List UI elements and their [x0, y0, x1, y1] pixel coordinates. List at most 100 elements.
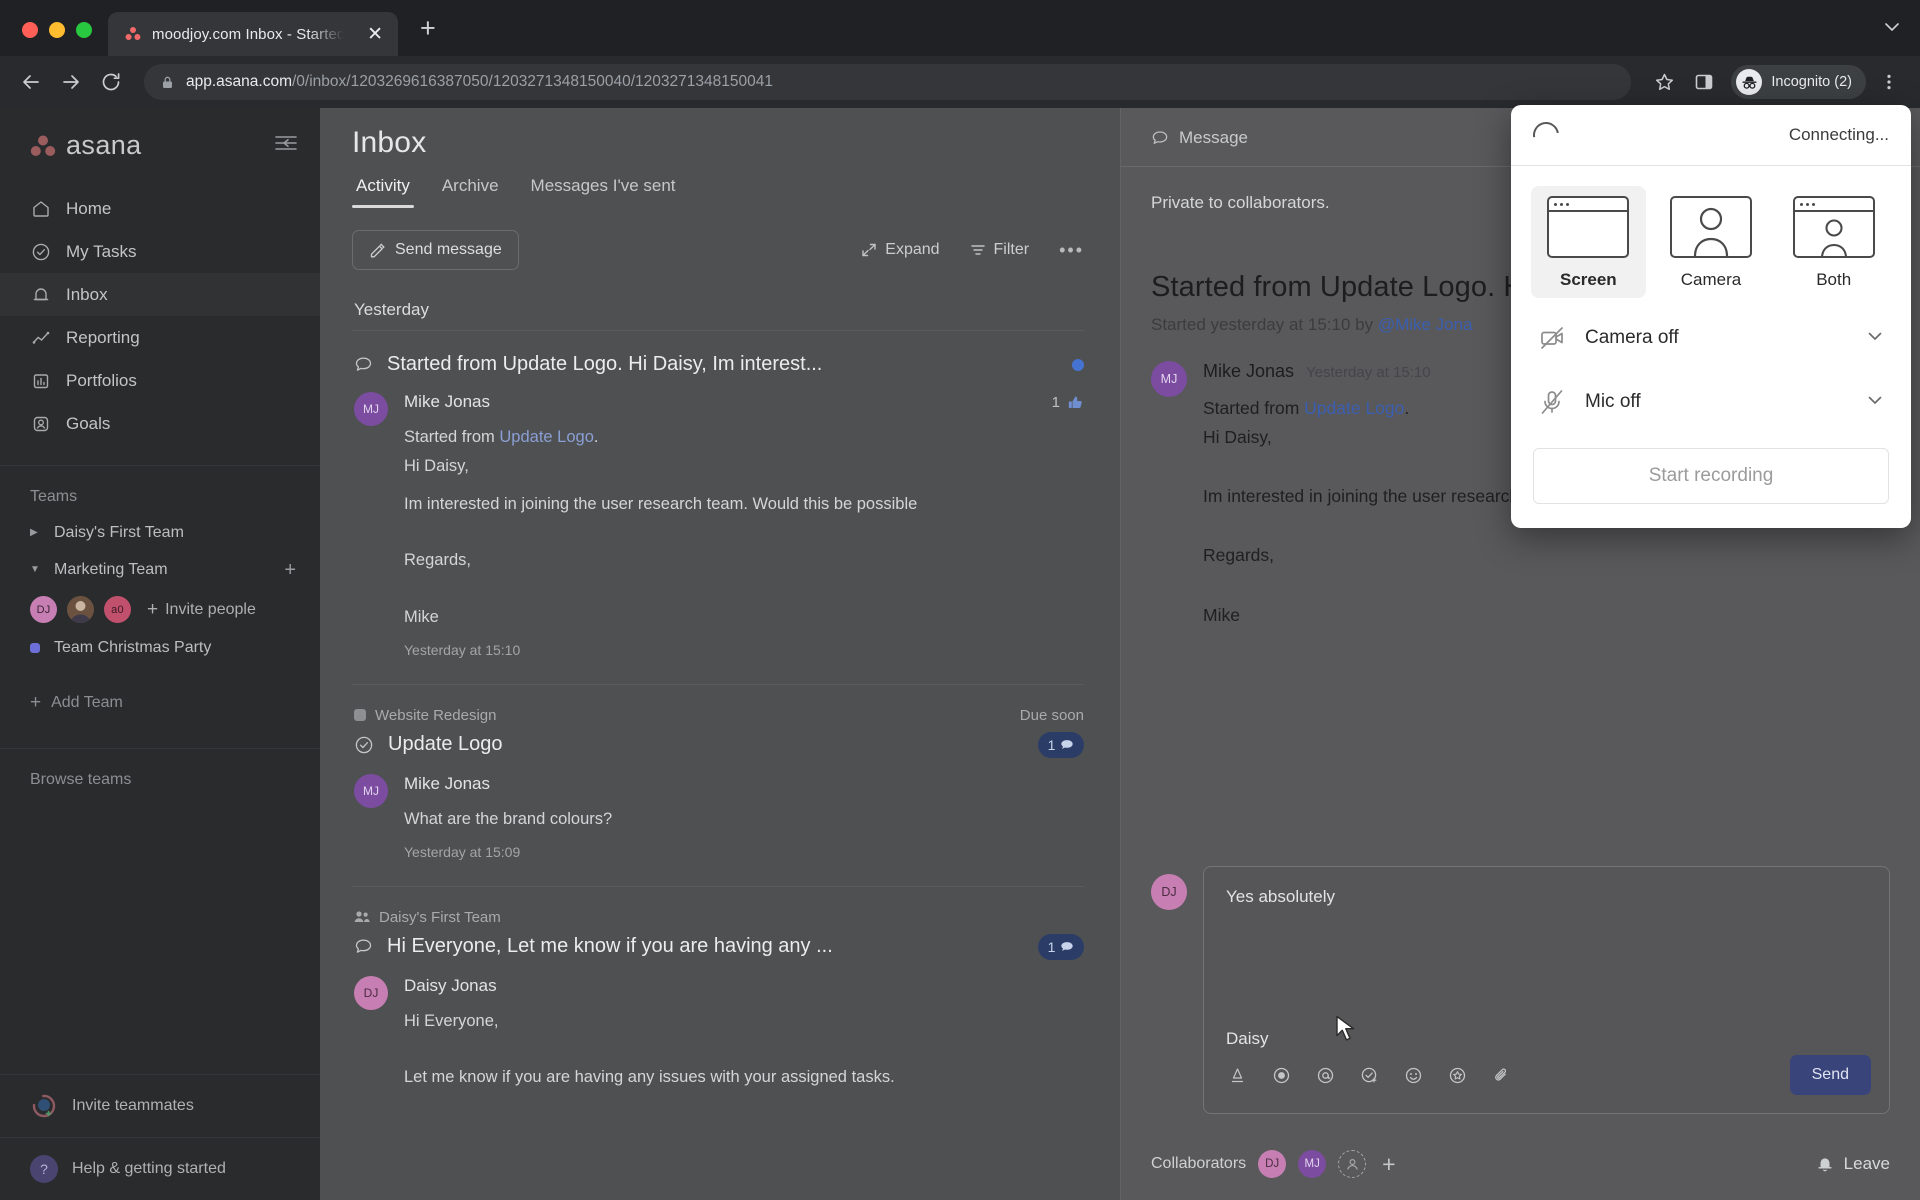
side-panel-icon[interactable] [1687, 65, 1721, 99]
avatar[interactable]: MJ [1298, 1150, 1327, 1178]
sidebar-item-inbox[interactable]: Inbox [0, 273, 320, 316]
comment-icon [1060, 940, 1074, 954]
sidebar-item-home[interactable]: Home [0, 187, 320, 230]
project-color-dot [30, 643, 40, 653]
avatar[interactable]: DJ [354, 975, 388, 1010]
sidebar-item-portfolios[interactable]: Portfolios [0, 359, 320, 402]
sidebar-item-reporting[interactable]: Reporting [0, 316, 320, 359]
profile-label: Incognito (2) [1771, 74, 1852, 90]
recording-mode-screen[interactable]: Screen [1531, 186, 1646, 298]
inbox-item-line: Im interested in joining the user resear… [404, 494, 918, 513]
screen-and-camera-icon [1792, 196, 1875, 258]
invite-teammates-button[interactable]: Invite teammates [0, 1075, 320, 1137]
expand-icon [861, 242, 877, 258]
close-window-button[interactable] [22, 22, 38, 38]
sidebar-team-members: DJ a0 + Invite people [0, 588, 320, 629]
avatar[interactable]: MJ [354, 392, 388, 426]
filter-button[interactable]: Filter [970, 241, 1029, 259]
chevron-right-icon[interactable]: ▶ [30, 527, 42, 538]
mention-icon[interactable] [1314, 1064, 1336, 1086]
record-icon[interactable] [1270, 1064, 1292, 1086]
comment-icon [1151, 129, 1169, 147]
avatar[interactable]: MJ [354, 773, 388, 808]
address-bar[interactable]: app.asana.com/0/inbox/1203269616387050/1… [144, 64, 1632, 100]
emoji-icon[interactable] [1402, 1064, 1424, 1086]
inbox-item[interactable]: Website Redesign Due soon Update Logo 1 [352, 683, 1084, 886]
text-format-icon[interactable] [1226, 1064, 1248, 1086]
inbox-item-title: Hi Everyone, Let me know if you are havi… [387, 935, 833, 957]
maximize-window-button[interactable] [76, 22, 92, 38]
leave-button[interactable]: Leave [1816, 1154, 1890, 1174]
browser-tab[interactable]: moodjoy.com Inbox - Started f ✕ [108, 12, 398, 56]
close-icon[interactable]: ✕ [362, 23, 388, 46]
chevron-down-icon[interactable] [1882, 17, 1920, 56]
inbox-item-message: Mike Jonas What are the brand colours? Y… [404, 774, 1084, 860]
chevron-down-icon[interactable] [1865, 326, 1885, 351]
comment-count-badge[interactable]: 1 [1038, 933, 1084, 960]
sidebar-item-goals[interactable]: Goals [0, 402, 320, 445]
browser-tab-title: moodjoy.com Inbox - Started f [152, 25, 353, 43]
attachment-icon[interactable] [1490, 1064, 1512, 1086]
update-logo-link[interactable]: Update Logo [1304, 398, 1404, 418]
tab-messages-ive-sent[interactable]: Messages I've sent [527, 170, 680, 208]
sidebar-header: asana [0, 108, 320, 187]
minimize-window-button[interactable] [49, 22, 65, 38]
forward-arrow-icon[interactable] [54, 65, 88, 99]
asana-logo-icon [30, 134, 56, 158]
update-logo-link[interactable]: Update Logo [499, 428, 594, 446]
mic-setting-row[interactable]: Mic off [1511, 370, 1911, 434]
add-collaborator-icon[interactable] [1338, 1150, 1367, 1178]
invite-people-label: Invite people [165, 600, 256, 618]
author-mention[interactable]: @Mike Jona [1378, 315, 1473, 334]
reply-input[interactable]: Yes absolutely Daisy [1204, 867, 1889, 1055]
tab-archive[interactable]: Archive [438, 170, 503, 208]
inbox-item-meta [1072, 358, 1084, 371]
tab-activity[interactable]: Activity [352, 170, 414, 208]
profile-incognito-button[interactable]: Incognito (2) [1731, 65, 1866, 99]
collapse-sidebar-icon[interactable] [274, 133, 298, 158]
chevron-down-icon[interactable]: ▼ [30, 564, 42, 575]
avatar: DJ [1151, 874, 1187, 910]
add-task-icon[interactable] [1358, 1064, 1380, 1086]
sidebar-project-team-christmas-party[interactable]: Team Christmas Party [0, 629, 320, 667]
sidebar-team-marketing-team[interactable]: ▼ Marketing Team + [0, 551, 320, 588]
comment-count-badge[interactable]: 1 [1038, 731, 1084, 758]
inbox-item[interactable]: Started from Update Logo. Hi Daisy, Im i… [352, 330, 1084, 684]
start-recording-button[interactable]: Start recording [1533, 448, 1889, 504]
three-dot-icon[interactable]: ••• [1059, 240, 1084, 261]
sidebar-item-my-tasks[interactable]: My Tasks [0, 230, 320, 273]
send-message-button[interactable]: Send message [352, 230, 519, 270]
invite-people-button[interactable]: + Invite people [147, 600, 256, 619]
chevron-down-icon[interactable] [1865, 390, 1885, 415]
add-team-button[interactable]: + Add Team [0, 667, 320, 712]
new-tab-button[interactable]: + [398, 15, 450, 56]
inbox-list-column: Inbox Activity Archive Messages I've sen… [320, 108, 1120, 1200]
avatar[interactable]: DJ [1258, 1150, 1287, 1178]
avatar[interactable] [67, 596, 94, 623]
recording-mode-both[interactable]: Both [1776, 186, 1891, 298]
sticker-icon[interactable] [1446, 1064, 1468, 1086]
add-collaborator-button[interactable]: + [1382, 1152, 1395, 1176]
sidebar-team-daisys-first-team[interactable]: ▶ Daisy's First Team [0, 514, 320, 551]
reload-icon[interactable] [94, 65, 128, 99]
recording-mode-camera[interactable]: Camera [1654, 186, 1769, 298]
asana-logo[interactable]: asana [30, 130, 142, 161]
inbox-item[interactable]: Daisy's First Team Hi Everyone, Let me k… [352, 885, 1084, 1117]
avatar[interactable]: DJ [30, 596, 57, 623]
avatar[interactable]: a0 [104, 596, 131, 623]
like-count[interactable]: 1 [1052, 394, 1084, 411]
inbox-item-time: Yesterday at 15:09 [404, 843, 521, 860]
camera-off-icon [1537, 323, 1567, 353]
inbox-item-line: Hi Everyone, [404, 1011, 499, 1030]
reply-composer[interactable]: Yes absolutely Daisy Send [1203, 866, 1890, 1114]
expand-button[interactable]: Expand [861, 241, 940, 259]
avatar[interactable]: MJ [1151, 361, 1187, 398]
back-arrow-icon[interactable] [14, 65, 48, 99]
help-getting-started-button[interactable]: ? Help & getting started [0, 1138, 320, 1200]
browse-teams-button[interactable]: Browse teams [0, 749, 320, 789]
add-project-to-team-button[interactable]: + [284, 560, 296, 580]
camera-setting-row[interactable]: Camera off [1511, 306, 1911, 370]
star-icon[interactable] [1647, 65, 1681, 99]
three-dot-menu-icon[interactable] [1872, 65, 1906, 99]
send-button[interactable]: Send [1789, 1055, 1871, 1095]
